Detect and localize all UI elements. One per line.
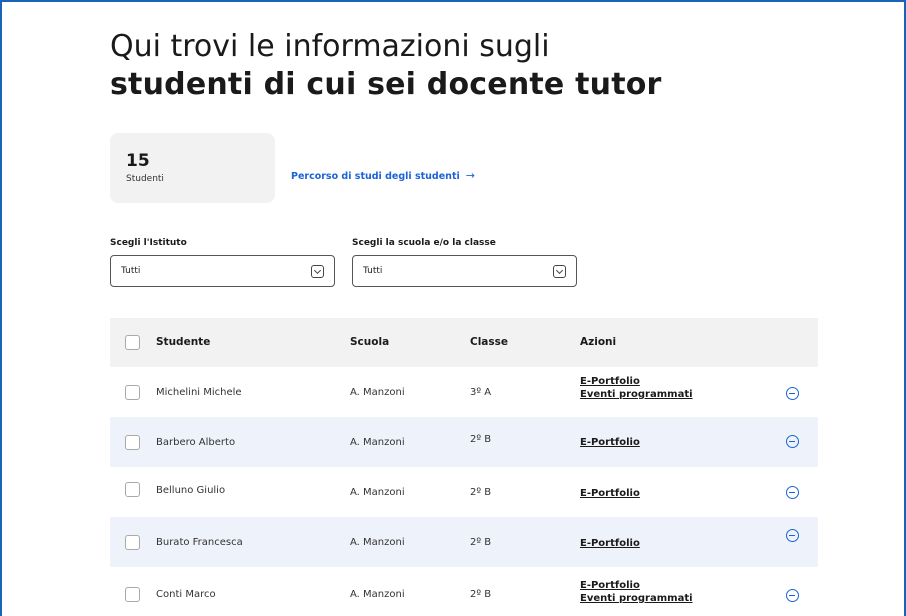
arrow-right-icon: →	[465, 169, 475, 182]
page-title-line2: studenti di cui sei docente tutor	[110, 67, 662, 102]
institute-filter-label: Scegli l'Istituto	[110, 238, 187, 248]
table-row: Barbero Alberto A. Manzoni 2º B E-Portfo…	[110, 417, 818, 467]
student-count-card: 15 Studenti	[110, 133, 275, 203]
institute-select-value: Tutti	[121, 266, 141, 276]
row-actions: E-Portfolio Eventi programmati	[580, 375, 693, 401]
row-actions: E-Portfolio Eventi programmati	[580, 579, 693, 605]
student-count: 15	[126, 151, 150, 171]
student-school: A. Manzoni	[350, 487, 405, 498]
chevron-down-icon	[311, 264, 324, 278]
institute-select[interactable]: Tutti	[110, 255, 335, 287]
student-count-label: Studenti	[126, 174, 164, 184]
student-name: Conti Marco	[156, 589, 216, 600]
student-school: A. Manzoni	[350, 437, 405, 448]
student-name: Burato Francesca	[156, 537, 243, 548]
row-checkbox[interactable]	[125, 535, 140, 550]
school-class-select[interactable]: Tutti	[352, 255, 577, 287]
student-class: 2º B	[470, 434, 492, 445]
e-portfolio-link[interactable]: E-Portfolio	[580, 579, 693, 592]
e-portfolio-link[interactable]: E-Portfolio	[580, 375, 693, 388]
scheduled-events-link[interactable]: Eventi programmati	[580, 388, 693, 401]
row-checkbox[interactable]	[125, 482, 140, 497]
page-title: Qui trovi le informazioni sugli studenti…	[110, 28, 662, 104]
student-school: A. Manzoni	[350, 387, 405, 398]
column-header-student: Studente	[156, 336, 211, 348]
row-checkbox[interactable]	[125, 385, 140, 400]
page-title-line1: Qui trovi le informazioni sugli	[110, 29, 550, 64]
more-options-icon[interactable]	[786, 589, 799, 602]
school-filter-label: Scegli la scuola e/o la classe	[352, 238, 496, 248]
table-header-row: Studente Scuola Classe Azioni	[110, 318, 818, 367]
more-options-icon[interactable]	[786, 387, 799, 400]
e-portfolio-link[interactable]: E-Portfolio	[580, 487, 640, 500]
student-school: A. Manzoni	[350, 589, 405, 600]
student-class: 3º A	[470, 387, 492, 398]
e-portfolio-link[interactable]: E-Portfolio	[580, 436, 640, 449]
more-options-icon[interactable]	[786, 435, 799, 448]
row-actions: E-Portfolio	[580, 537, 640, 550]
table-row: Conti Marco A. Manzoni 2º B E-Portfolio …	[110, 567, 818, 616]
students-table: Studente Scuola Classe Azioni Michelini …	[110, 318, 818, 616]
table-row: Belluno Giulio A. Manzoni 2º B E-Portfol…	[110, 467, 818, 517]
column-header-class: Classe	[470, 336, 509, 348]
student-name: Michelini Michele	[156, 387, 242, 398]
student-class: 2º B	[470, 589, 492, 600]
column-header-school: Scuola	[350, 336, 390, 348]
study-path-link-label: Percorso di studi degli studenti	[291, 171, 460, 182]
student-name: Belluno Giulio	[156, 485, 226, 496]
table-row: Michelini Michele A. Manzoni 3º A E-Port…	[110, 367, 818, 417]
row-actions: E-Portfolio	[580, 487, 640, 500]
student-class: 2º B	[470, 537, 492, 548]
page-frame: Qui trovi le informazioni sugli studenti…	[0, 0, 906, 616]
table-row: Burato Francesca A. Manzoni 2º B E-Portf…	[110, 517, 818, 567]
student-school: A. Manzoni	[350, 537, 405, 548]
scheduled-events-link[interactable]: Eventi programmati	[580, 592, 693, 605]
chevron-down-icon	[553, 264, 566, 278]
student-class: 2º B	[470, 487, 492, 498]
more-options-icon[interactable]	[786, 486, 799, 499]
study-path-link[interactable]: Percorso di studi degli studenti →	[291, 169, 475, 182]
more-options-icon[interactable]	[786, 529, 799, 542]
row-checkbox[interactable]	[125, 587, 140, 602]
e-portfolio-link[interactable]: E-Portfolio	[580, 537, 640, 550]
student-name: Barbero Alberto	[156, 437, 236, 448]
school-select-value: Tutti	[363, 266, 383, 276]
column-header-actions: Azioni	[580, 336, 617, 348]
row-actions: E-Portfolio	[580, 436, 640, 449]
select-all-checkbox[interactable]	[125, 335, 140, 350]
row-checkbox[interactable]	[125, 435, 140, 450]
